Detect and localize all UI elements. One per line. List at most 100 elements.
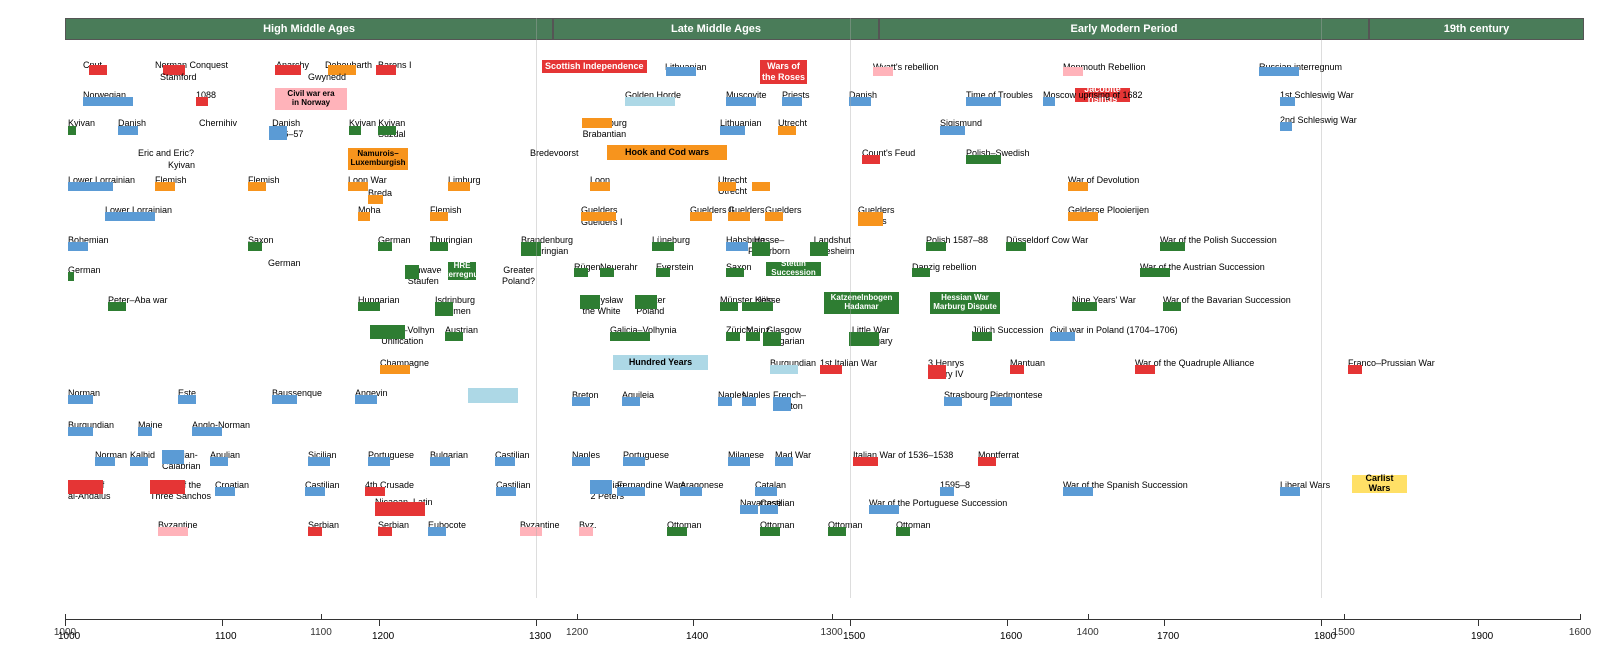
box-habsburg-1[interactable] [726, 242, 748, 251]
box-landshut[interactable] [810, 242, 828, 256]
box-monmouth[interactable] [1063, 67, 1083, 76]
box-1088[interactable] [196, 97, 208, 106]
box-guelders-wars[interactable] [858, 212, 883, 226]
box-norman-2[interactable] [95, 457, 115, 466]
box-anarchy[interactable] [275, 65, 301, 75]
box-moha[interactable] [358, 212, 370, 221]
box-valkenburg[interactable] [582, 118, 612, 128]
box-three-sanchos[interactable] [150, 480, 185, 494]
box-1st-schleswig[interactable] [1280, 97, 1295, 106]
box-navarrese[interactable] [740, 505, 758, 514]
box-katzenelnbogen[interactable]: KatzenelnbogenHadamar [824, 292, 899, 314]
box-munster[interactable] [720, 302, 738, 311]
box-aragonese[interactable] [680, 487, 702, 496]
box-moscow-1682[interactable] [1043, 97, 1055, 106]
box-hook-cod[interactable]: Hook and Cod wars [607, 145, 727, 160]
box-4th-crusade[interactable] [365, 487, 385, 496]
box-isdrinburg[interactable] [435, 302, 453, 316]
box-hessian-war[interactable]: Hessian WarMarburg Dispute [930, 292, 1000, 314]
box-norman[interactable] [68, 395, 93, 404]
box-lithuanian-1[interactable] [666, 67, 696, 76]
box-galician[interactable] [370, 325, 405, 339]
box-quadruple[interactable] [1135, 365, 1155, 374]
box-burgundian-1[interactable] [770, 365, 798, 374]
box-portuguese-1[interactable] [368, 457, 390, 466]
box-aquileia[interactable] [622, 397, 640, 406]
box-lithuanian-2[interactable] [720, 126, 745, 135]
box-little-war[interactable] [849, 332, 879, 346]
box-saxon-1480[interactable] [726, 268, 744, 277]
box-namurois[interactable]: Namurois–Luxemburgish [348, 148, 408, 170]
box-mad-war[interactable] [775, 457, 793, 466]
box-croatian[interactable] [215, 487, 235, 496]
box-limburg[interactable] [448, 182, 470, 191]
box-greater-poland-2[interactable] [635, 295, 657, 309]
box-mainz[interactable] [746, 332, 760, 341]
box-ottoman-3[interactable] [828, 527, 846, 536]
box-byzantine-2[interactable] [520, 527, 542, 536]
box-serbian-1[interactable] [308, 527, 322, 536]
box-hesse[interactable] [755, 302, 773, 311]
box-ottoman-1[interactable] [667, 527, 687, 536]
box-catalan[interactable] [755, 487, 777, 496]
box-utrecht-1[interactable] [778, 126, 796, 135]
box-wyatts[interactable] [873, 67, 893, 76]
box-nicaean-latin[interactable] [375, 502, 425, 516]
box-anglo-norman[interactable] [192, 427, 222, 436]
box-polish-succession[interactable] [1160, 242, 1185, 251]
box-flemish-2[interactable] [248, 182, 266, 191]
box-luneburg[interactable] [652, 242, 674, 251]
box-hesse-paderborn[interactable] [752, 242, 770, 256]
box-liberal-wars[interactable] [1280, 487, 1300, 496]
box-castilian-2-peters[interactable] [590, 480, 612, 494]
box-milanese[interactable] [728, 457, 750, 466]
box-norwegian[interactable] [83, 97, 133, 106]
box-guelders-i[interactable] [581, 212, 616, 221]
box-portuguese-2[interactable] [623, 457, 645, 466]
box-1595-8[interactable] [940, 487, 954, 496]
box-castilian-2[interactable] [305, 487, 325, 496]
box-french-breton[interactable] [773, 397, 791, 411]
box-nine-years[interactable] [1072, 302, 1097, 311]
box-champagne[interactable] [380, 365, 410, 374]
box-war-devolution[interactable] [1068, 182, 1088, 191]
box-zurich[interactable] [726, 332, 740, 341]
box-barons-i[interactable] [376, 65, 396, 75]
box-serbian-2[interactable] [378, 527, 392, 536]
box-breda[interactable] [368, 195, 383, 204]
box-austrian-succession[interactable] [1140, 268, 1170, 277]
box-everstein[interactable] [656, 268, 670, 277]
box-1st-italian[interactable] [820, 365, 842, 374]
box-carlist-wars[interactable]: Carlist Wars [1352, 475, 1407, 493]
box-piedmontese[interactable] [990, 397, 1012, 406]
box-naples-3[interactable] [572, 457, 590, 466]
box-loon-war[interactable] [348, 182, 368, 191]
box-hungarian[interactable] [358, 302, 380, 311]
box-naples-2[interactable] [742, 397, 756, 406]
box-angevin[interactable] [355, 395, 377, 404]
box-lower-lorrainian-1[interactable] [68, 182, 113, 191]
box-burgundian-main[interactable] [68, 427, 93, 436]
box-koln[interactable] [742, 302, 756, 311]
box-franco-prussian[interactable] [1348, 365, 1362, 374]
box-sicilian[interactable] [308, 457, 330, 466]
box-muscovite[interactable] [726, 97, 756, 106]
box-civil-poland[interactable] [1050, 332, 1075, 341]
box-thuringian[interactable] [430, 242, 448, 251]
box-utrecht-2[interactable] [752, 182, 770, 191]
box-mantuan[interactable] [1010, 365, 1024, 374]
box-castilian-1[interactable] [495, 457, 515, 466]
box-castilian-brand[interactable] [496, 487, 516, 496]
box-cnut[interactable] [89, 65, 107, 75]
box-naples-1[interactable] [718, 397, 732, 406]
box-kyivan-suzdal[interactable] [349, 126, 361, 135]
box-austrian[interactable] [445, 332, 463, 341]
box-italian-1536[interactable] [853, 457, 878, 466]
box-maine[interactable] [138, 427, 152, 436]
box-apulian-calabrian[interactable] [162, 450, 184, 464]
box-guelders-iii[interactable] [728, 212, 750, 221]
box-eubocote[interactable] [428, 527, 446, 536]
box-castilian-nav[interactable] [760, 505, 778, 514]
box-bigorre[interactable] [468, 388, 518, 403]
box-julich[interactable] [972, 332, 992, 341]
